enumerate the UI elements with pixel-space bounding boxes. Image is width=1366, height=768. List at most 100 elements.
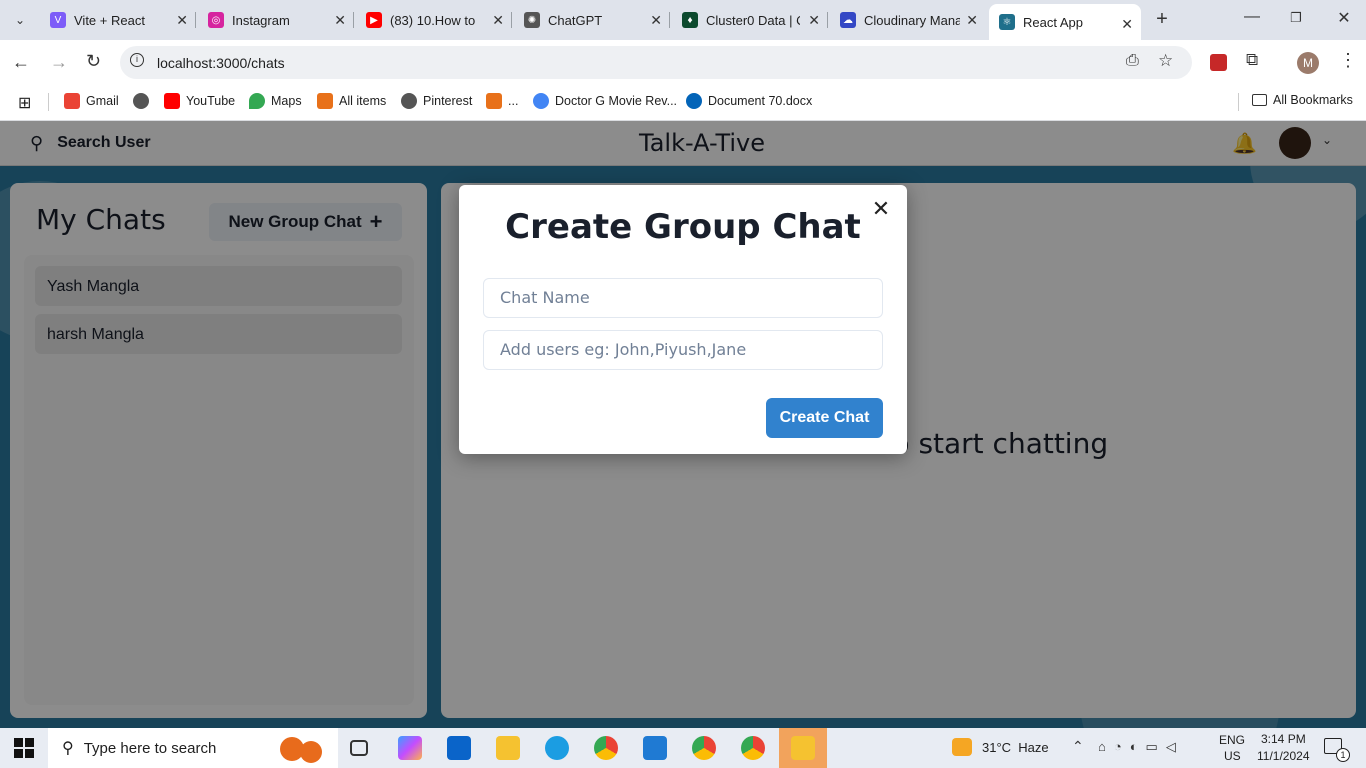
address-bar[interactable]: i localhost:3000/chats ⎙ ☆ xyxy=(120,46,1192,79)
add-users-input[interactable]: Add users eg: John,Piyush,Jane xyxy=(483,330,883,370)
tab-chatgpt[interactable]: ✺ ChatGPT ✕ xyxy=(514,0,670,40)
all-bookmarks[interactable]: All Bookmarks xyxy=(1252,93,1353,107)
windows-start-icon[interactable] xyxy=(14,738,34,758)
folder-icon xyxy=(1252,94,1267,106)
star-icon[interactable]: ☆ xyxy=(1158,51,1173,71)
close-icon[interactable]: ✕ xyxy=(334,12,346,29)
chevron-up-icon[interactable]: ⌃ xyxy=(1072,738,1084,755)
task-view-icon[interactable] xyxy=(350,740,368,756)
tab-title: React App xyxy=(1023,14,1083,30)
create-chat-button[interactable]: Create Chat xyxy=(766,398,883,438)
bookmark-more[interactable]: ... xyxy=(486,93,518,109)
reload-icon[interactable]: ↻ xyxy=(86,51,101,72)
bookmark-youtube[interactable]: YouTube xyxy=(164,93,235,109)
bookmark-pinterest[interactable]: Pinterest xyxy=(401,93,472,109)
onedrive-icon xyxy=(686,93,702,109)
tab-title: (83) 10.How to u xyxy=(390,12,478,28)
weather-icon xyxy=(952,738,972,756)
site-info-icon[interactable]: i xyxy=(130,53,144,67)
lang-us: US xyxy=(1224,749,1241,763)
tab-title: ChatGPT xyxy=(548,12,603,28)
browser-tabstrip: ⌄ V Vite + React ✕ ◎ Instagram ✕ ▶ (83) … xyxy=(0,0,1366,40)
chat-name-input[interactable]: Chat Name xyxy=(483,278,883,318)
weather-text[interactable]: 31°C Haze xyxy=(982,740,1049,755)
extensions-puzzle-icon[interactable]: ⧉ xyxy=(1246,50,1258,70)
youtube-icon: ▶ xyxy=(366,12,382,28)
globe-icon xyxy=(133,93,149,109)
taskbar-search-label: Type here to search xyxy=(83,739,217,757)
search-icon: ⚲ xyxy=(62,740,74,757)
notification-badge: 1 xyxy=(1336,748,1350,762)
outlook-icon[interactable] xyxy=(447,736,471,760)
url-text: localhost:3000/chats xyxy=(157,55,285,71)
youtube-icon xyxy=(164,93,180,109)
divider xyxy=(1238,93,1239,111)
tab-title: Cluster0 Data | C xyxy=(706,12,800,28)
close-icon[interactable]: ✕ xyxy=(1121,16,1133,33)
restore-button[interactable]: ❐ xyxy=(1288,10,1304,26)
tab-instagram[interactable]: ◎ Instagram ✕ xyxy=(198,0,354,40)
chatgpt-icon: ✺ xyxy=(524,12,540,28)
file-explorer-icon[interactable] xyxy=(496,736,520,760)
google-icon xyxy=(533,93,549,109)
mongodb-leaf-icon: ♦ xyxy=(682,12,698,28)
cloudinary-icon: ☁ xyxy=(840,12,856,28)
create-group-chat-modal: Create Group Chat ✕ Chat Name Add users … xyxy=(459,185,907,454)
bookmark-globe[interactable] xyxy=(133,93,155,109)
bookmark-label: Document 70.docx xyxy=(708,94,813,108)
menu-dots-icon[interactable]: ⋮ xyxy=(1339,50,1357,71)
bookmark-label: Pinterest xyxy=(423,94,473,108)
close-icon[interactable]: ✕ xyxy=(966,12,978,29)
clock-date: 11/1/2024 xyxy=(1257,749,1310,763)
bookmark-gmail[interactable]: Gmail xyxy=(64,93,119,109)
chrome-icon[interactable] xyxy=(594,736,618,760)
chrome-profile-icon[interactable] xyxy=(741,736,765,760)
clock-time[interactable]: 3:14 PM xyxy=(1261,732,1306,746)
edge-icon[interactable] xyxy=(545,736,569,760)
modal-title: Create Group Chat xyxy=(505,207,861,247)
instagram-icon: ◎ xyxy=(208,12,224,28)
bookmark-all-items[interactable]: All items xyxy=(317,93,386,109)
photos-icon xyxy=(791,736,815,760)
apps-grid-icon[interactable]: ⊞ xyxy=(18,93,31,113)
close-icon[interactable]: ✕ xyxy=(869,197,893,221)
profile-avatar[interactable]: M xyxy=(1297,52,1319,74)
tab-youtube[interactable]: ▶ (83) 10.How to u ✕ xyxy=(356,0,512,40)
bookmark-label: All items xyxy=(339,94,387,108)
new-tab-button[interactable]: + xyxy=(1152,8,1172,32)
install-app-icon[interactable]: ⎙ xyxy=(1126,52,1139,70)
react-icon: ⚛ xyxy=(999,14,1015,30)
tab-vite[interactable]: V Vite + React ✕ xyxy=(40,0,196,40)
close-icon[interactable]: ✕ xyxy=(492,12,504,29)
tab-cluster0[interactable]: ♦ Cluster0 Data | C ✕ xyxy=(672,0,828,40)
bookmark-document[interactable]: Document 70.docx xyxy=(686,93,812,109)
chrome-profile-icon[interactable] xyxy=(692,736,716,760)
xampp-icon xyxy=(317,93,333,109)
tab-title: Vite + React xyxy=(74,12,145,28)
windows-taskbar: ⚲ Type here to search 31°C Haze ⌃ ⌂◔◐▭◁ … xyxy=(0,728,1366,768)
back-arrow-icon[interactable]: ← xyxy=(12,52,30,73)
forward-arrow-icon[interactable]: → xyxy=(50,52,68,73)
bookmark-doctor-g[interactable]: Doctor G Movie Rev... xyxy=(533,93,677,109)
tab-search-button[interactable]: ⌄ xyxy=(10,10,30,30)
vscode-icon[interactable] xyxy=(643,736,667,760)
bookmark-label: YouTube xyxy=(186,94,236,108)
close-icon[interactable]: ✕ xyxy=(176,12,188,29)
close-icon[interactable]: ✕ xyxy=(650,12,662,29)
extension-icon[interactable] xyxy=(1210,54,1227,71)
copilot-icon[interactable] xyxy=(398,736,422,760)
browser-toolbar: ← → ↻ i localhost:3000/chats ⎙ ☆ ⧉ M ⋮ xyxy=(0,40,1366,85)
bookmark-maps[interactable]: Maps xyxy=(249,93,302,109)
tab-react-app[interactable]: ⚛ React App ✕ xyxy=(989,4,1141,40)
bookmark-label: Gmail xyxy=(86,94,119,108)
bookmark-label: All Bookmarks xyxy=(1273,93,1353,107)
tab-cloudinary[interactable]: ☁ Cloudinary Mana ✕ xyxy=(830,0,986,40)
close-window-button[interactable]: ✕ xyxy=(1334,8,1354,28)
lang-eng[interactable]: ENG xyxy=(1219,733,1245,747)
close-icon[interactable]: ✕ xyxy=(808,12,820,29)
tab-title: Cloudinary Mana xyxy=(864,12,960,28)
system-tray-icons[interactable]: ⌂◔◐▭◁ xyxy=(1098,739,1184,755)
vite-icon: V xyxy=(50,12,66,28)
tab-title: Instagram xyxy=(232,12,290,28)
minimize-button[interactable]: — xyxy=(1242,8,1262,28)
